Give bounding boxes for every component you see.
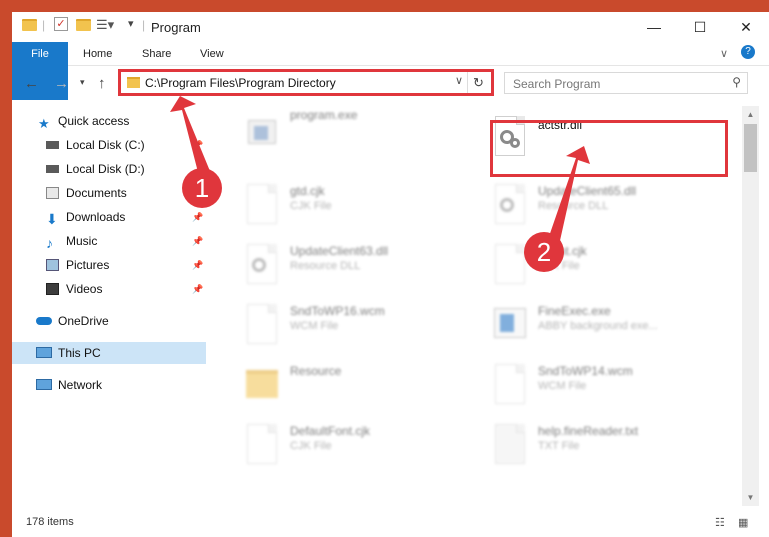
recent-locations-icon[interactable]: ▾ (80, 77, 85, 88)
sidebar-item-local-disk-c[interactable]: Local Disk (C:) 📌 (12, 134, 206, 156)
search-placeholder: Search Program (513, 77, 601, 91)
step-badge-2: 2 (524, 232, 564, 272)
document-icon (244, 422, 280, 466)
file-item[interactable]: SndToWP16.wcm WCM File (234, 296, 474, 354)
sidebar-item-pictures[interactable]: Pictures 📌 (12, 254, 206, 276)
forward-arrow-icon[interactable]: → (54, 75, 69, 92)
back-arrow-icon[interactable]: ← (24, 75, 39, 92)
help-icon[interactable]: ? (741, 45, 755, 59)
sidebar-item-videos[interactable]: Videos 📌 (12, 278, 206, 300)
exe-icon (492, 302, 528, 346)
large-icons-view-icon[interactable]: ▦ (738, 516, 748, 529)
sidebar-item-music[interactable]: ♪ Music 📌 (12, 230, 206, 252)
pin-icon[interactable]: 📌 (192, 254, 203, 276)
search-input[interactable]: Search Program ⚲ (504, 72, 748, 94)
file-item[interactable]: UpdateClient63.dll Resource DLL (234, 236, 474, 294)
file-item[interactable]: FineExec.exe ABBY background exe... (482, 296, 722, 354)
pin-icon[interactable]: 📌 (192, 278, 203, 300)
title-bar: | ✓ ☰▾ ▾ | Program — ☐ ✕ (12, 12, 769, 42)
scroll-up-icon[interactable]: ▲ (742, 106, 759, 123)
file-item[interactable]: Resource (234, 356, 474, 414)
documents-icon (46, 187, 59, 199)
sidebar-item-this-pc[interactable]: This PC (12, 342, 206, 364)
navigation-pane: ★ Quick access Local Disk (C:) 📌 Local D… (12, 106, 206, 506)
sidebar-item-quick-access[interactable]: ★ Quick access (12, 110, 206, 132)
step-badge-1: 1 (182, 168, 222, 208)
pictures-icon (46, 259, 59, 271)
sidebar-item-local-disk-d[interactable]: Local Disk (D:) (12, 158, 206, 180)
scroll-down-icon[interactable]: ▼ (742, 489, 759, 506)
drive-icon (46, 141, 59, 149)
item-count: 178 items (26, 516, 74, 528)
search-icon[interactable]: ⚲ (732, 75, 741, 89)
sidebar-item-documents[interactable]: Documents (12, 182, 206, 204)
chevron-down-icon[interactable]: ∨ (455, 74, 463, 87)
customize-toolbar-icon[interactable]: ☰▾ (96, 17, 114, 33)
vertical-scrollbar[interactable]: ▲ ▼ (742, 106, 759, 506)
separator-icon: | (142, 18, 146, 32)
expand-ribbon-icon[interactable]: ∨ (720, 47, 728, 60)
properties-icon[interactable]: ✓ (54, 17, 68, 31)
maximize-button[interactable]: ☐ (677, 12, 723, 42)
network-icon (36, 379, 52, 390)
music-icon: ♪ (46, 235, 53, 251)
status-bar: 178 items ☷ ▦ (12, 508, 769, 537)
dll-icon (244, 242, 280, 286)
videos-icon (46, 283, 59, 295)
address-path[interactable]: C:\Program Files\Program Directory (145, 76, 336, 90)
details-view-icon[interactable]: ☷ (715, 516, 725, 529)
folder-icon (22, 19, 37, 31)
file-item[interactable]: program.exe (234, 106, 474, 164)
explorer-window: | ✓ ☰▾ ▾ | Program — ☐ ✕ File Home Share… (12, 12, 769, 537)
ribbon: File Home Share View ∨ ? (12, 42, 769, 100)
file-item[interactable]: DefaultFont.cjk CJK File (234, 416, 474, 474)
up-arrow-icon[interactable]: ↑ (98, 75, 106, 92)
document-icon (492, 362, 528, 406)
document-icon (492, 242, 528, 286)
file-item[interactable]: SndToWP14.wcm WCM File (482, 356, 722, 414)
file-item[interactable]: Client.cjk CJK File (482, 236, 722, 294)
tab-view[interactable]: View (190, 42, 234, 66)
close-button[interactable]: ✕ (723, 12, 769, 42)
sidebar-item-onedrive[interactable]: OneDrive (12, 310, 206, 332)
computer-icon (36, 347, 52, 358)
pin-icon[interactable]: 📌 (192, 134, 203, 156)
drive-icon (46, 165, 59, 173)
exe-icon (244, 112, 280, 156)
address-bar[interactable]: C:\Program Files\Program Directory ∨ ↻ (118, 69, 494, 96)
text-file-icon (492, 422, 528, 466)
window-title: Program (151, 20, 201, 35)
folder-icon (127, 77, 140, 88)
file-item[interactable]: gtd.cjk CJK File (234, 176, 474, 234)
cloud-icon (36, 317, 52, 325)
refresh-icon[interactable]: ↻ (467, 72, 489, 93)
address-row: ← → ▾ ↑ C:\Program Files\Program Directo… (12, 68, 769, 98)
folder-icon (244, 362, 280, 406)
sidebar-item-network[interactable]: Network (12, 374, 206, 396)
file-item[interactable]: UpdateClient65.dll Resource DLL (482, 176, 722, 234)
new-folder-icon[interactable] (76, 19, 91, 31)
minimize-button[interactable]: — (631, 12, 677, 42)
tab-share[interactable]: Share (132, 42, 181, 66)
pin-icon[interactable]: 📌 (192, 230, 203, 252)
star-icon: ★ (38, 116, 50, 131)
document-icon (244, 182, 280, 226)
dll-icon (492, 182, 528, 226)
pin-icon[interactable]: 📌 (192, 206, 203, 228)
chevron-down-icon[interactable]: ▾ (128, 17, 134, 30)
scroll-thumb[interactable] (744, 124, 757, 172)
sidebar-item-downloads[interactable]: ⬇ Downloads 📌 (12, 206, 206, 228)
document-icon (244, 302, 280, 346)
highlight-box (490, 120, 728, 177)
file-item[interactable]: help.fineReader.txt TXT File (482, 416, 722, 474)
separator-icon: | (42, 18, 46, 32)
download-icon: ⬇ (46, 211, 58, 227)
tab-home[interactable]: Home (73, 42, 122, 66)
